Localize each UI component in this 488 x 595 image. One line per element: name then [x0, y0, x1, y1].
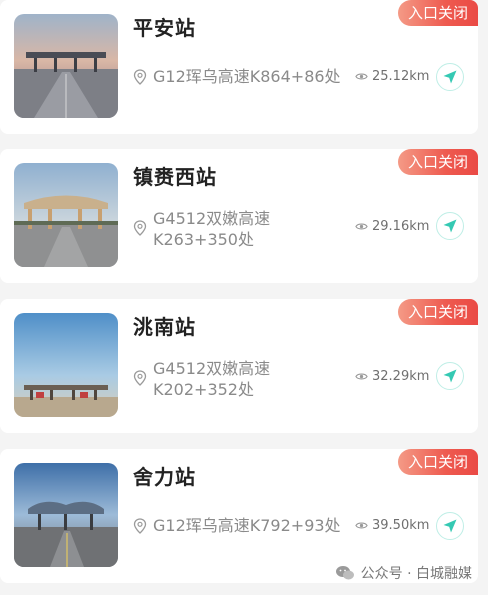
- distance: 29.16km: [355, 219, 429, 234]
- location-text: G4512双嫩高速K202+352处: [153, 359, 271, 399]
- station-location: G4512双嫩高速K263+350处: [133, 208, 343, 250]
- navigate-button[interactable]: [436, 512, 464, 540]
- navigation-arrow-icon: [443, 369, 457, 383]
- eye-icon: [355, 73, 368, 80]
- location-text: G12珲乌高速K792+93处: [153, 516, 341, 535]
- distance: 39.50km: [355, 518, 429, 533]
- wechat-icon: [335, 566, 354, 580]
- location-pin-icon: [133, 370, 147, 386]
- location-pin-icon: [133, 518, 147, 534]
- station-name: 平安站: [133, 16, 196, 40]
- distance-text: 32.29km: [372, 369, 430, 384]
- status-badge: 入口关闭: [398, 299, 478, 325]
- status-badge: 入口关闭: [398, 449, 478, 475]
- distance-text: 39.50km: [372, 518, 430, 533]
- location-text: G4512双嫩高速K263+350处: [153, 209, 271, 249]
- distance: 25.12km: [355, 69, 429, 84]
- location-pin-icon: [133, 220, 147, 236]
- station-photo: [14, 14, 118, 118]
- footer-text: 公众号 · 白城融媒: [360, 566, 472, 582]
- footer-watermark: 公众号 · 白城融媒: [335, 563, 472, 583]
- navigate-button[interactable]: [436, 212, 464, 240]
- status-badge: 入口关闭: [398, 149, 478, 175]
- distance: 32.29km: [355, 369, 429, 384]
- station-photo: [14, 463, 118, 567]
- distance-text: 29.16km: [372, 219, 430, 234]
- location-text: G12珲乌高速K864+86处: [153, 67, 341, 86]
- location-pin-icon: [133, 69, 147, 85]
- station-photo: [14, 163, 118, 267]
- navigation-arrow-icon: [443, 70, 457, 84]
- eye-icon: [355, 522, 368, 529]
- distance-text: 25.12km: [372, 69, 430, 84]
- eye-icon: [355, 223, 368, 230]
- navigate-button[interactable]: [436, 63, 464, 91]
- status-badge: 入口关闭: [398, 0, 478, 26]
- navigate-button[interactable]: [436, 362, 464, 390]
- eye-icon: [355, 373, 368, 380]
- station-name: 洮南站: [133, 315, 196, 339]
- station-location: G12珲乌高速K864+86处: [133, 66, 343, 87]
- station-card[interactable]: 洮南站 入口关闭 G4512双嫩高速K202+352处 32.29km: [0, 299, 478, 433]
- station-name: 舍力站: [133, 465, 196, 489]
- station-location: G4512双嫩高速K202+352处: [133, 358, 343, 400]
- navigation-arrow-icon: [443, 219, 457, 233]
- station-photo: [14, 313, 118, 417]
- navigation-arrow-icon: [443, 519, 457, 533]
- station-card[interactable]: 镇赉西站 入口关闭 G4512双嫩高速K263+350处 29.16km: [0, 149, 478, 283]
- station-location: G12珲乌高速K792+93处: [133, 515, 343, 536]
- station-card[interactable]: 平安站 入口关闭 G12珲乌高速K864+86处 25.12km: [0, 0, 478, 134]
- station-name: 镇赉西站: [133, 165, 217, 189]
